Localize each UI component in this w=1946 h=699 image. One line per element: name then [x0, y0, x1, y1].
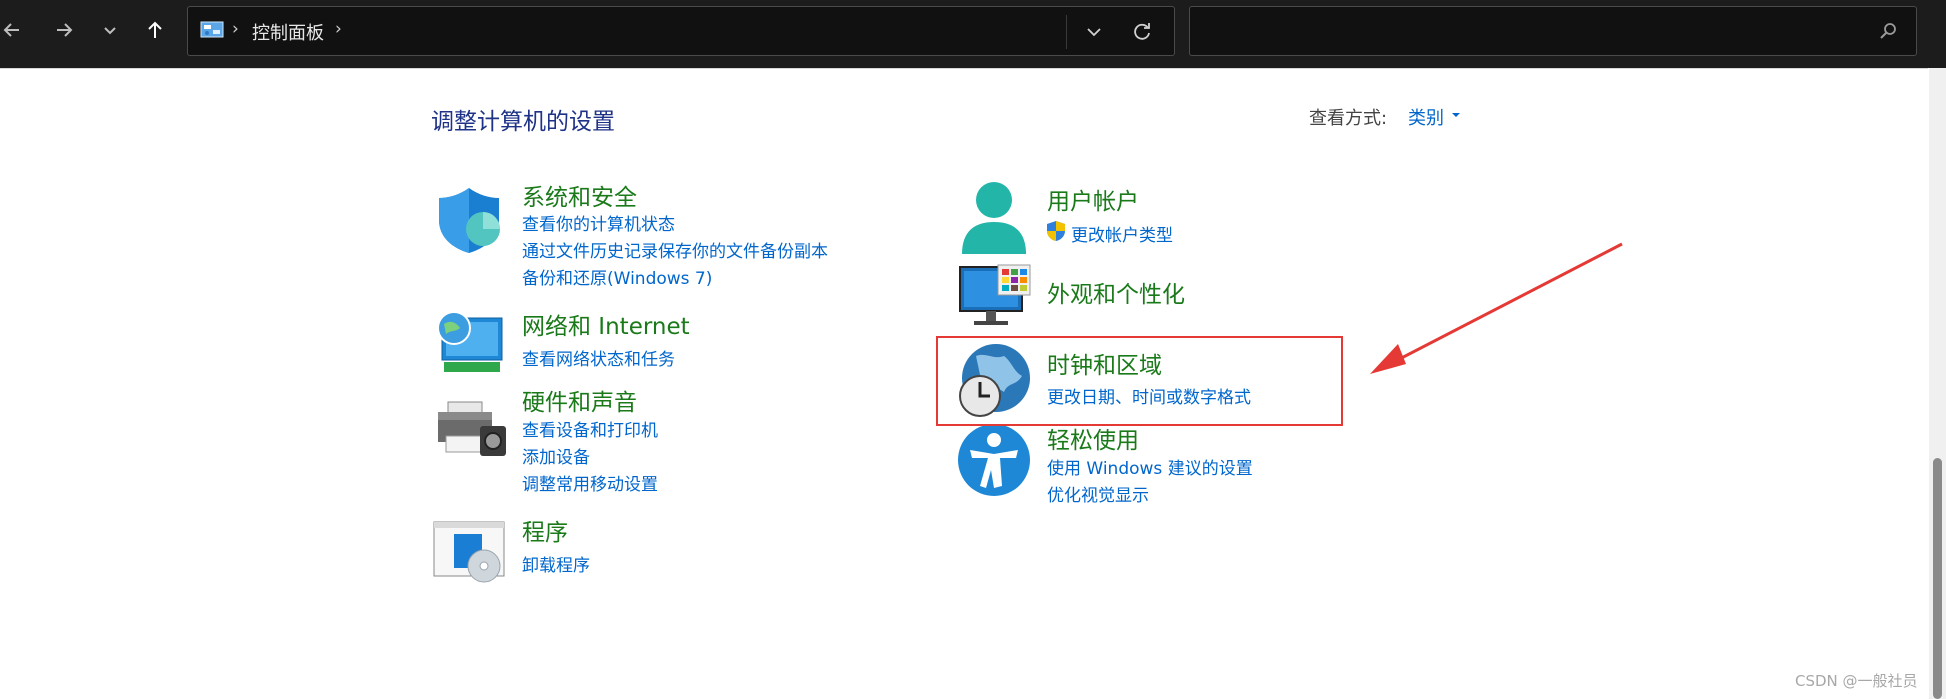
address-history-button[interactable]	[1079, 17, 1109, 47]
link-view-computer-status[interactable]: 查看你的计算机状态	[522, 210, 675, 235]
view-by-label: 查看方式:	[1309, 108, 1388, 129]
link-add-device[interactable]: 添加设备	[522, 443, 590, 468]
category-title-programs[interactable]: 程序	[522, 513, 568, 547]
toolbar-divider	[0, 68, 1928, 69]
shield-icon[interactable]	[434, 185, 504, 255]
link-backup-restore[interactable]: 备份和还原(Windows 7)	[522, 264, 712, 289]
back-button[interactable]	[0, 10, 30, 50]
search-box[interactable]	[1189, 6, 1917, 56]
chevron-down-icon	[1087, 28, 1101, 37]
category-title-hardware[interactable]: 硬件和声音	[522, 383, 637, 417]
network-globe-icon[interactable]	[432, 308, 506, 376]
control-panel-icon	[200, 21, 224, 38]
uac-shield-icon	[1047, 221, 1065, 241]
breadcrumb-control-panel[interactable]: 控制面板	[252, 19, 324, 45]
category-title-appearance[interactable]: 外观和个性化	[1047, 275, 1185, 309]
forward-button[interactable]	[46, 10, 82, 50]
accessibility-icon[interactable]	[956, 422, 1032, 498]
breadcrumb-separator: ›	[232, 19, 239, 39]
watermark: CSDN @一般社员	[1795, 672, 1918, 690]
refresh-icon	[1134, 23, 1150, 40]
category-title-system-security[interactable]: 系统和安全	[522, 178, 637, 212]
search-icon[interactable]	[1878, 21, 1898, 41]
scrollbar-thumb[interactable]	[1933, 458, 1942, 699]
printer-icon[interactable]	[436, 400, 508, 460]
explorer-toolbar: › 控制面板 ›	[0, 0, 1946, 68]
category-title-network[interactable]: 网络和 Internet	[522, 307, 690, 341]
highlight-box	[936, 336, 1343, 426]
user-icon[interactable]	[960, 180, 1028, 256]
arrow-left-icon	[3, 23, 19, 37]
page-title: 调整计算机的设置	[431, 109, 615, 135]
link-windows-recommended-settings[interactable]: 使用 Windows 建议的设置	[1047, 454, 1253, 479]
link-optimize-visual-display[interactable]: 优化视觉显示	[1047, 481, 1149, 506]
link-mobility-settings[interactable]: 调整常用移动设置	[522, 470, 658, 495]
address-divider	[1066, 15, 1067, 49]
recent-locations-button[interactable]	[92, 10, 128, 50]
programs-icon[interactable]	[432, 520, 508, 584]
view-by-dropdown[interactable]: 类别	[1408, 104, 1444, 130]
breadcrumb-separator[interactable]: ›	[335, 19, 342, 39]
category-title-ease-of-access[interactable]: 轻松使用	[1047, 421, 1139, 455]
chevron-down-icon	[104, 27, 116, 35]
search-input[interactable]	[1200, 15, 1854, 49]
address-bar[interactable]: › 控制面板 ›	[187, 6, 1175, 56]
link-uninstall-program[interactable]: 卸载程序	[522, 551, 590, 576]
annotation-arrow-icon	[1370, 242, 1623, 374]
up-button[interactable]	[137, 10, 173, 50]
arrow-right-icon	[57, 23, 73, 37]
arrow-up-icon	[148, 21, 162, 38]
link-change-account-type[interactable]: 更改帐户类型	[1071, 221, 1173, 246]
refresh-button[interactable]	[1127, 17, 1157, 47]
link-file-history[interactable]: 通过文件历史记录保存你的文件备份副本	[522, 237, 828, 262]
category-title-user-accounts[interactable]: 用户帐户	[1047, 182, 1139, 216]
dropdown-caret-icon[interactable]	[1452, 113, 1460, 117]
link-network-status[interactable]: 查看网络状态和任务	[522, 345, 675, 370]
appearance-monitor-icon[interactable]	[958, 263, 1032, 329]
link-devices-printers[interactable]: 查看设备和打印机	[522, 416, 658, 441]
vertical-scrollbar[interactable]	[1929, 68, 1946, 699]
